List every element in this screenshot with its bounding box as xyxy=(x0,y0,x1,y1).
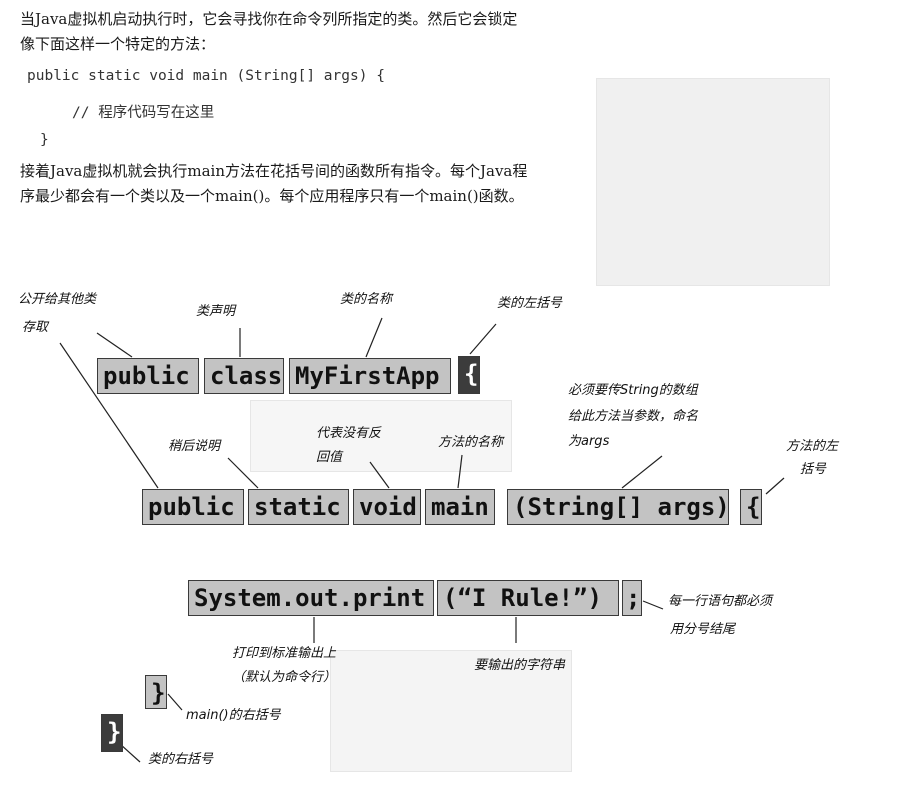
method-args-box: (String[] args) xyxy=(507,489,730,525)
note-args-line2: 给此方法当参数，命名 xyxy=(568,409,699,424)
note-method-left-brace-line1: 方法的左 xyxy=(786,439,839,454)
note-print-line2: （默认为命令行） xyxy=(232,670,337,685)
note-string-output: 要输出的字符串 xyxy=(474,658,566,673)
pointer-class-brace xyxy=(469,323,497,355)
keyword-static: static xyxy=(248,489,349,525)
method-left-brace: { xyxy=(740,489,762,525)
class-right-brace: } xyxy=(101,714,123,752)
pointer-public-class xyxy=(96,332,133,358)
note-print-line1: 打印到标准输出上 xyxy=(232,646,337,661)
semicolon-box: ; xyxy=(622,580,642,616)
class-left-brace: { xyxy=(458,356,480,394)
note-public-access-line1: 公开给其他类 xyxy=(18,292,97,307)
print-call-box: System.out.print xyxy=(188,580,434,616)
keyword-public-class: public xyxy=(97,358,199,394)
class-name-box: MyFirstApp xyxy=(289,358,451,394)
note-semicolon-line1: 每一行语句都必须 xyxy=(668,594,773,609)
note-no-return-line2: 回值 xyxy=(316,450,343,465)
pointer-static xyxy=(227,457,259,489)
note-method-name: 方法的名称 xyxy=(438,435,504,450)
note-public-access-line2: 存取 xyxy=(22,320,49,335)
pointer-method-brace xyxy=(765,477,785,495)
pointer-args xyxy=(621,455,663,489)
keyword-public-method: public xyxy=(142,489,244,525)
note-method-left-brace-line2: 括号 xyxy=(800,462,827,477)
string-argument-box: (“I Rule!”) xyxy=(437,580,619,616)
note-explain-later: 稍后说明 xyxy=(168,439,221,454)
keyword-class: class xyxy=(204,358,284,394)
note-args-line1: 必须要传String的数组 xyxy=(568,383,698,398)
pointer-class-name xyxy=(365,317,383,358)
pointer-semicolon xyxy=(642,600,664,610)
note-main-right-brace: main()的右括号 xyxy=(186,708,281,723)
pointer-main-brace xyxy=(167,693,183,711)
pointer-class-right-brace xyxy=(119,743,141,763)
note-semicolon-line2: 用分号结尾 xyxy=(670,622,736,637)
method-name-main: main xyxy=(425,489,495,525)
note-class-declaration: 类声明 xyxy=(196,304,236,319)
note-no-return-line1: 代表没有反 xyxy=(316,426,382,441)
main-right-brace: } xyxy=(145,675,167,709)
note-class-name: 类的名称 xyxy=(340,292,393,307)
note-class-right-brace: 类的右括号 xyxy=(148,752,214,767)
pointer-void xyxy=(369,461,390,489)
keyword-void: void xyxy=(353,489,421,525)
pointer-main xyxy=(457,454,463,489)
note-class-left-brace: 类的左括号 xyxy=(497,296,563,311)
note-args-line3: 为args xyxy=(568,434,610,449)
